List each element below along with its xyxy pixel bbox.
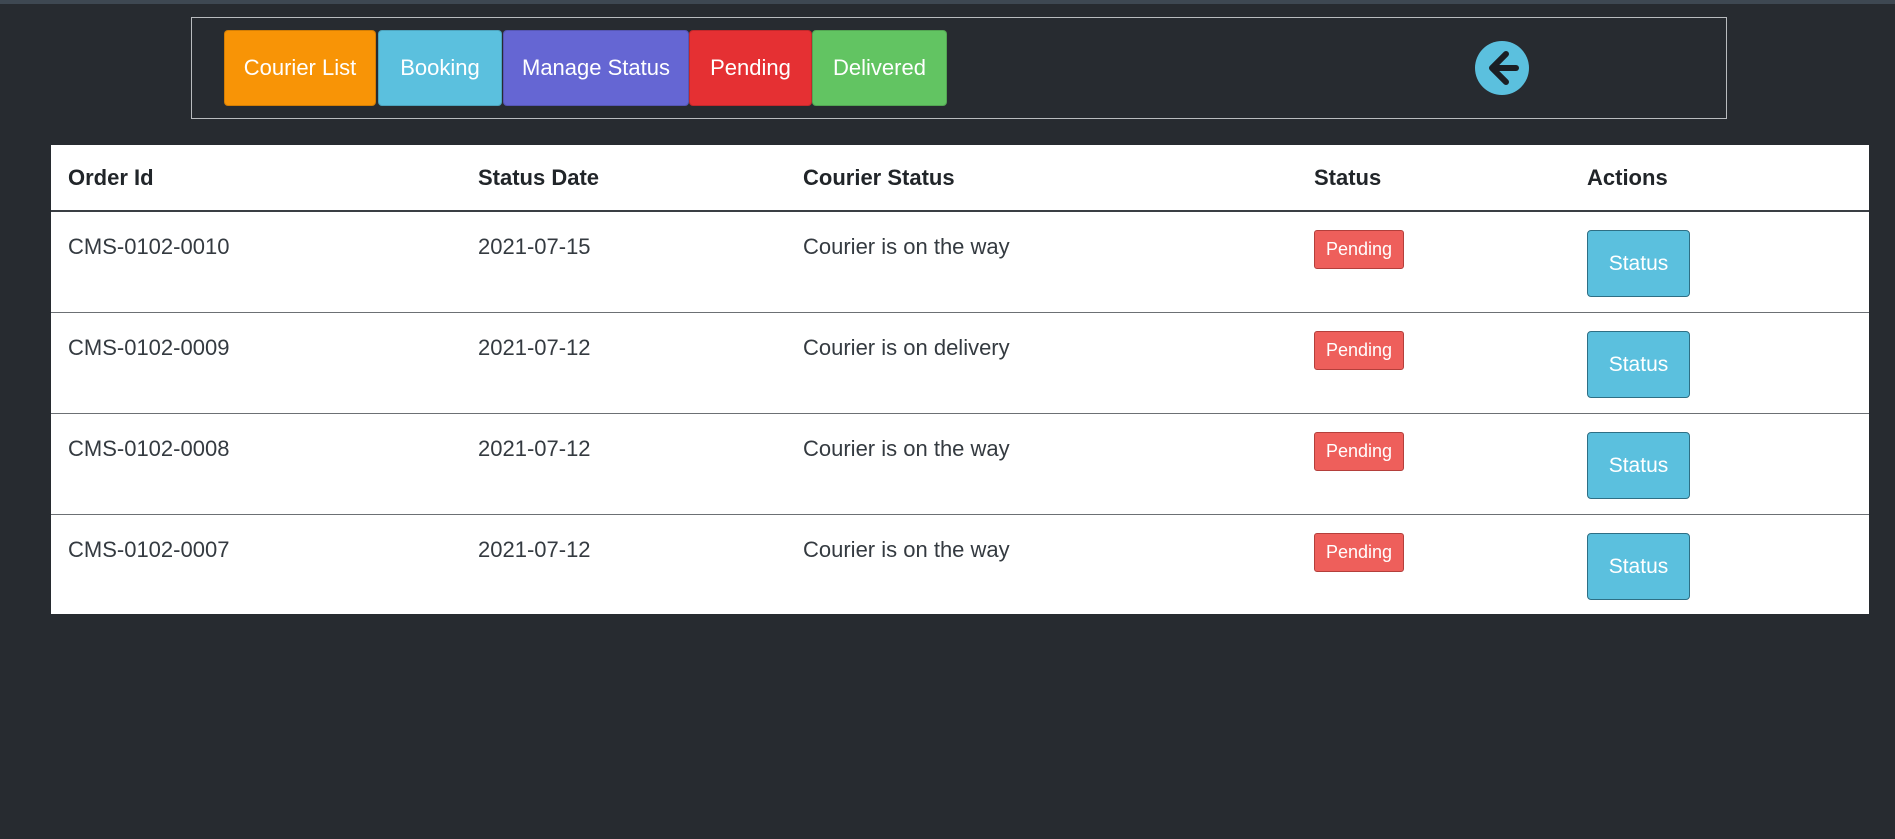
- manage-status-button[interactable]: Manage Status: [503, 30, 689, 106]
- status-button[interactable]: Status: [1587, 533, 1690, 600]
- order-id-cell: CMS-0102-0007: [68, 537, 230, 562]
- status-cell: Pending: [1297, 312, 1570, 414]
- header-order-id: Order Id: [51, 145, 461, 212]
- status-button[interactable]: Status: [1587, 230, 1690, 297]
- status-date-cell: 2021-07-15: [461, 211, 786, 313]
- status-badge: Pending: [1314, 533, 1405, 572]
- status-badge: Pending: [1314, 331, 1405, 370]
- top-strip: [0, 0, 1895, 4]
- status-date-cell: 2021-07-12: [461, 413, 786, 515]
- actions-cell: Status: [1570, 515, 1869, 616]
- header-status-date: Status Date: [461, 145, 786, 212]
- status-badge: Pending: [1314, 230, 1405, 269]
- status-button[interactable]: Status: [1587, 432, 1690, 499]
- status-cell: Pending: [1297, 515, 1570, 616]
- status-cell: Pending: [1297, 211, 1570, 313]
- status-cell: Pending: [1297, 413, 1570, 515]
- table-row: CMS-0102-0008 2021-07-12 Courier is on t…: [51, 413, 1869, 515]
- status-badge: Pending: [1314, 432, 1405, 471]
- arrow-left-circle-icon[interactable]: [1475, 41, 1529, 95]
- status-date-cell: 2021-07-12: [461, 312, 786, 414]
- nav-bar: Courier List Booking Manage Status Pendi…: [191, 17, 1727, 119]
- table-row: CMS-0102-0009 2021-07-12 Courier is on d…: [51, 312, 1869, 414]
- header-status: Status: [1297, 145, 1570, 212]
- courier-status-table: Order Id Status Date Courier Status Stat…: [51, 145, 1869, 614]
- pending-button[interactable]: Pending: [689, 30, 812, 106]
- courier-list-button[interactable]: Courier List: [224, 30, 376, 106]
- courier-status-cell: Courier is on the way: [786, 413, 1297, 515]
- order-id-cell: CMS-0102-0010: [51, 211, 461, 313]
- courier-status-cell: Courier is on the way: [786, 211, 1297, 313]
- order-id-cell: CMS-0102-0008: [51, 413, 461, 515]
- actions-cell: Status: [1570, 312, 1869, 414]
- table-row: CMS-0102-0007 2021-07-12 Courier is on t…: [51, 515, 1869, 616]
- header-courier-status: Courier Status: [786, 145, 1297, 212]
- status-button[interactable]: Status: [1587, 331, 1690, 398]
- table-row: CMS-0102-0010 2021-07-15 Courier is on t…: [51, 211, 1869, 313]
- actions-cell: Status: [1570, 211, 1869, 313]
- table-header-row: Order Id Status Date Courier Status Stat…: [51, 145, 1869, 212]
- courier-status-cell: Courier is on the way: [803, 537, 1010, 562]
- order-id-cell: CMS-0102-0009: [51, 312, 461, 414]
- courier-status-cell: Courier is on delivery: [786, 312, 1297, 414]
- delivered-button[interactable]: Delivered: [812, 30, 947, 106]
- header-actions: Actions: [1570, 145, 1869, 212]
- booking-button[interactable]: Booking: [378, 30, 502, 106]
- status-date-cell: 2021-07-12: [478, 537, 591, 562]
- actions-cell: Status: [1570, 413, 1869, 515]
